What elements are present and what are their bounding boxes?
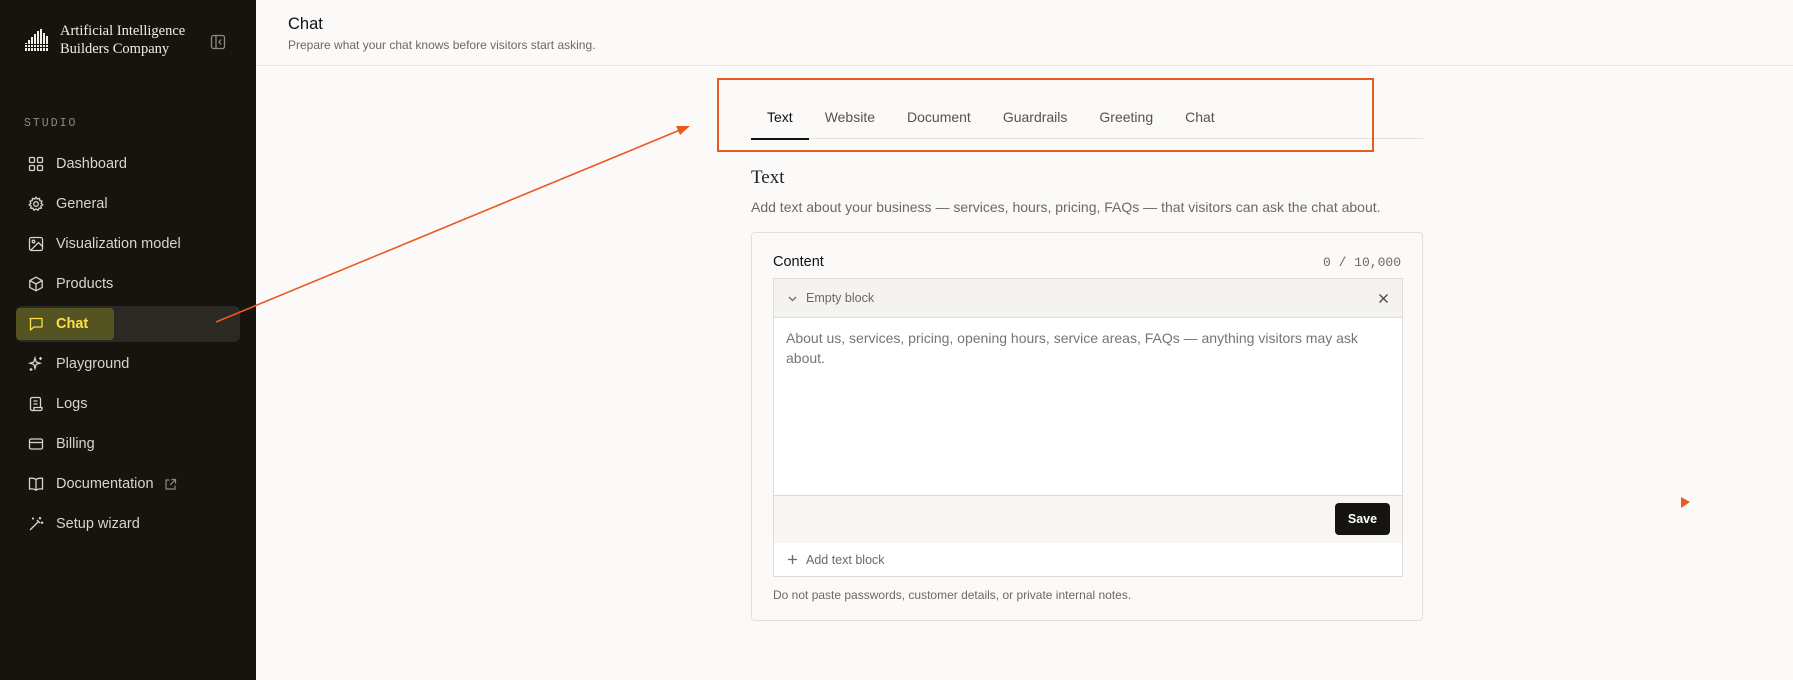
sidebar-item-label: Dashboard	[56, 156, 127, 172]
sidebar-item-dashboard[interactable]: Dashboard	[16, 146, 240, 182]
sidebar-item-label: Billing	[56, 436, 95, 452]
content-card: Content 0 / 10,000 Empty block Save Add …	[751, 232, 1423, 621]
section-description: Add text about your business — services,…	[751, 199, 1381, 215]
block-title: Empty block	[806, 291, 875, 305]
privacy-note: Do not paste passwords, customer details…	[773, 588, 1132, 602]
sparkles-icon	[28, 356, 43, 371]
page-title: Chat	[288, 15, 323, 33]
sidebar-item-label: Setup wizard	[56, 516, 140, 532]
block-content-input[interactable]	[774, 318, 1402, 495]
char-count: 0 / 10,000	[1322, 255, 1401, 270]
annotation-arrowhead	[676, 126, 690, 135]
block-header[interactable]: Empty block	[774, 279, 1402, 318]
box-icon	[29, 276, 43, 292]
sidebar-item-billing[interactable]: Billing	[16, 426, 240, 462]
sidebar-section-label: STUDIO	[24, 117, 78, 130]
save-button[interactable]: Save	[1335, 503, 1390, 535]
plus-icon	[788, 555, 797, 564]
close-icon[interactable]	[1377, 292, 1390, 305]
page-subtitle: Prepare what your chat knows before visi…	[288, 38, 596, 52]
brand-name-line1: Artificial Intelligence	[60, 23, 186, 39]
sidebar-item-label: Visualization model	[56, 236, 181, 252]
brand-name: Artificial Intelligence Builders Company	[60, 22, 185, 58]
page-header: Chat Prepare what your chat knows before…	[256, 0, 1793, 66]
annotation-marker	[1681, 497, 1690, 508]
sidebar-item-label: Products	[56, 276, 114, 292]
sidebar-item-visualization-model[interactable]: Visualization model	[16, 226, 240, 262]
logo-icon	[24, 29, 50, 51]
sidebar-item-label: Playground	[56, 356, 130, 372]
book-icon	[28, 477, 44, 492]
scroll-icon	[29, 396, 43, 412]
brand-name-line2: Builders Company	[60, 41, 170, 57]
gear-icon	[28, 196, 44, 212]
sidebar-item-products[interactable]: Products	[16, 266, 240, 302]
sidebar-nav: Dashboard General Visualization model Pr…	[16, 146, 240, 546]
chat-icon	[29, 317, 43, 331]
text-block: Empty block Save	[773, 278, 1403, 554]
collapse-sidebar-icon[interactable]	[210, 34, 226, 50]
chevron-down-icon	[788, 296, 797, 301]
add-text-block-label: Add text block	[806, 552, 885, 567]
sidebar: Artificial Intelligence Builders Company…	[0, 0, 256, 680]
external-link-icon	[164, 478, 176, 490]
sidebar-item-playground[interactable]: Playground	[16, 346, 240, 382]
block-footer: Save	[774, 495, 1402, 543]
sidebar-item-documentation[interactable]: Documentation	[16, 466, 240, 502]
wand-icon	[29, 517, 44, 531]
sidebar-item-label: Documentation	[56, 476, 154, 492]
sidebar-item-label: Logs	[56, 396, 88, 412]
sidebar-item-label: General	[56, 196, 108, 212]
annotation-highlight-box	[717, 78, 1374, 152]
grid-icon	[28, 156, 44, 172]
image-icon	[28, 236, 44, 252]
sidebar-item-setup-wizard[interactable]: Setup wizard	[16, 506, 240, 542]
annotation-arrow	[215, 129, 681, 323]
content-label: Content	[773, 254, 824, 270]
brand[interactable]: Artificial Intelligence Builders Company	[24, 22, 185, 58]
sidebar-item-general[interactable]: General	[16, 186, 240, 222]
add-text-block-button[interactable]: Add text block	[773, 543, 1403, 577]
section-title: Text	[751, 167, 785, 188]
sidebar-item-logs[interactable]: Logs	[16, 386, 240, 422]
sidebar-item-chat[interactable]: Chat	[16, 306, 240, 342]
card-icon	[28, 438, 44, 450]
sidebar-item-label: Chat	[56, 316, 89, 332]
